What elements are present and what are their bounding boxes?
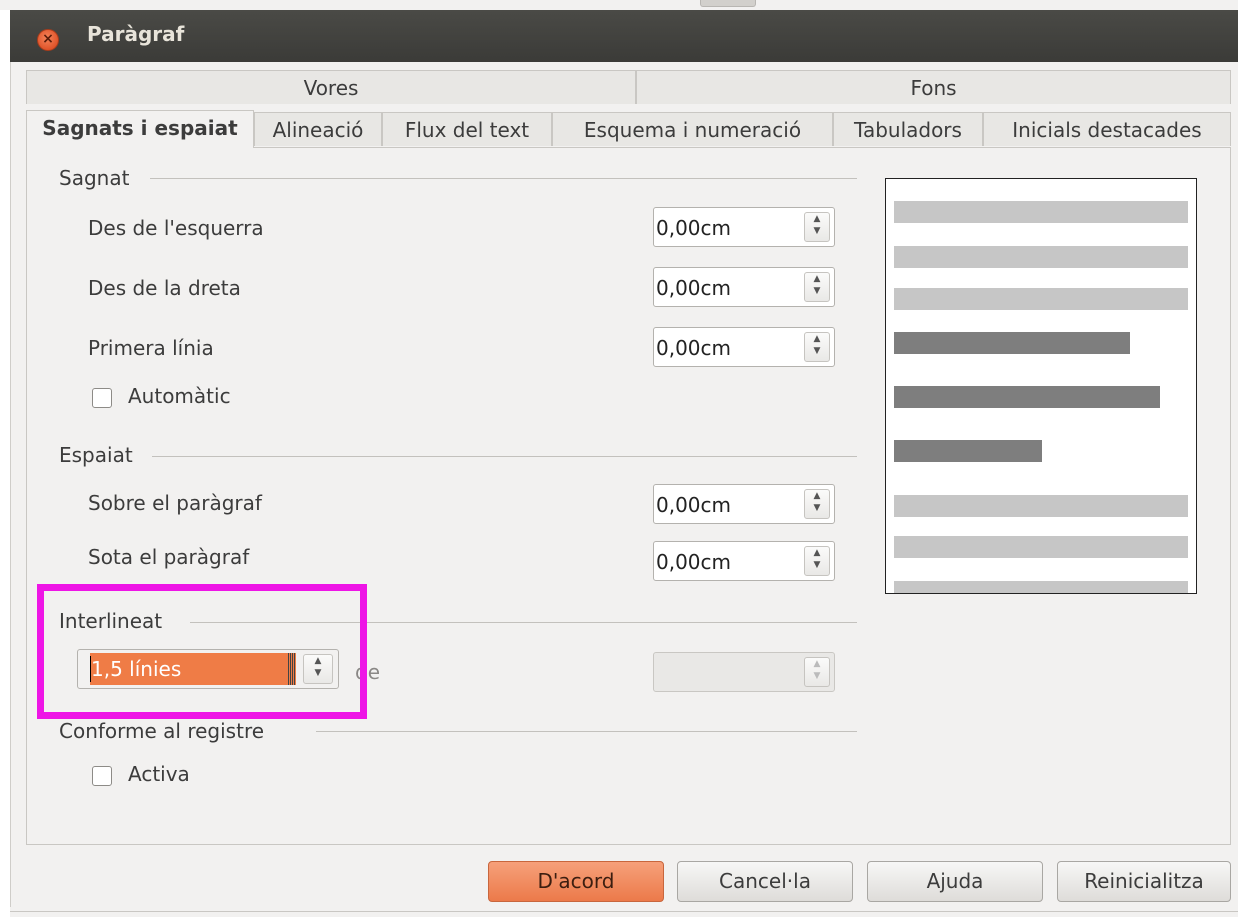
- automatic-checkbox[interactable]: [92, 388, 112, 408]
- spin-arrows-icon[interactable]: ▲ ▼: [303, 654, 333, 684]
- section-divider: [316, 731, 857, 732]
- preview-line: [894, 288, 1188, 310]
- from-right-field[interactable]: 0,00cm ▲ ▼: [653, 267, 835, 307]
- from-left-value: 0,00cm: [656, 216, 732, 240]
- above-paragraph-value: 0,00cm: [656, 493, 732, 517]
- first-line-value: 0,00cm: [656, 336, 732, 360]
- bottom-edge-line: [10, 911, 1238, 912]
- spin-arrows-icon[interactable]: ▲ ▼: [804, 272, 830, 302]
- above-paragraph-field[interactable]: 0,00cm ▲ ▼: [653, 484, 835, 524]
- preview-line: [894, 201, 1188, 223]
- preview-line: [894, 332, 1130, 354]
- spin-arrows-icon: ▲ ▼: [804, 657, 830, 687]
- text-cursor: [90, 656, 91, 682]
- line-spacing-dropdown[interactable]: 1,5 línies ▲ ▼: [77, 649, 339, 689]
- indent-section-title: Sagnat: [59, 166, 136, 190]
- spacing-section-title: Espaiat: [59, 443, 139, 467]
- dialog-edge: [10, 62, 11, 917]
- tab-alignment[interactable]: Alineació: [254, 112, 382, 146]
- from-left-label: Des de l'esquerra: [88, 216, 264, 240]
- below-paragraph-value: 0,00cm: [656, 550, 732, 574]
- tab-tabs[interactable]: Tabuladors: [833, 112, 983, 146]
- spin-arrows-icon[interactable]: ▲ ▼: [804, 489, 830, 519]
- line-spacing-section-title: Interlineat: [59, 609, 169, 633]
- tab-outline-numbering[interactable]: Esquema i numeració: [552, 112, 833, 146]
- line-spacing-value-field: ▲ ▼: [653, 652, 835, 692]
- section-divider: [190, 622, 857, 623]
- automatic-label: Automàtic: [128, 384, 231, 408]
- preview-line: [894, 386, 1160, 408]
- close-icon[interactable]: ×: [37, 29, 59, 51]
- first-line-label: Primera línia: [88, 336, 214, 360]
- title-bar: × Paràgraf: [10, 10, 1238, 62]
- help-button[interactable]: Ajuda: [867, 861, 1043, 902]
- preview-line: [894, 495, 1188, 517]
- preview-line: [894, 246, 1188, 268]
- activate-label: Activa: [128, 762, 190, 786]
- first-line-field[interactable]: 0,00cm ▲ ▼: [653, 327, 835, 367]
- register-section-title: Conforme al registre: [59, 719, 271, 743]
- ok-button[interactable]: D'acord: [488, 861, 664, 902]
- of-label: de: [355, 660, 380, 684]
- tab-indents-spacing[interactable]: Sagnats i espaiat: [26, 110, 254, 148]
- tab-background[interactable]: Fons: [636, 70, 1231, 104]
- preview-line: [894, 536, 1188, 558]
- window-top-edge: [0, 0, 1238, 10]
- preview-line: [894, 581, 1188, 593]
- selection-handle: [288, 653, 296, 685]
- spin-arrows-icon[interactable]: ▲ ▼: [804, 212, 830, 242]
- from-right-label: Des de la dreta: [88, 276, 241, 300]
- below-paragraph-field[interactable]: 0,00cm ▲ ▼: [653, 541, 835, 581]
- from-right-value: 0,00cm: [656, 276, 732, 300]
- tab-text-flow[interactable]: Flux del text: [382, 112, 552, 146]
- spin-arrows-icon[interactable]: ▲ ▼: [804, 546, 830, 576]
- below-paragraph-label: Sota el paràgraf: [88, 545, 250, 569]
- section-divider: [150, 178, 857, 179]
- tab-drop-caps[interactable]: Inicials destacades: [983, 112, 1231, 146]
- line-spacing-selected: 1,5 línies: [90, 653, 296, 685]
- tab-borders[interactable]: Vores: [26, 70, 636, 104]
- from-left-field[interactable]: 0,00cm ▲ ▼: [653, 207, 835, 247]
- section-divider: [152, 456, 857, 457]
- paragraph-preview: [885, 178, 1197, 594]
- resize-grip[interactable]: [700, 0, 756, 7]
- preview-line: [894, 440, 1042, 462]
- window-title: Paràgraf: [87, 22, 185, 46]
- reset-button[interactable]: Reinicialitza: [1057, 861, 1231, 902]
- cancel-button[interactable]: Cancel·la: [677, 861, 853, 902]
- above-paragraph-label: Sobre el paràgraf: [88, 491, 262, 515]
- activate-checkbox[interactable]: [92, 766, 112, 786]
- spin-arrows-icon[interactable]: ▲ ▼: [804, 332, 830, 362]
- window-bottom-edge: [10, 907, 1238, 917]
